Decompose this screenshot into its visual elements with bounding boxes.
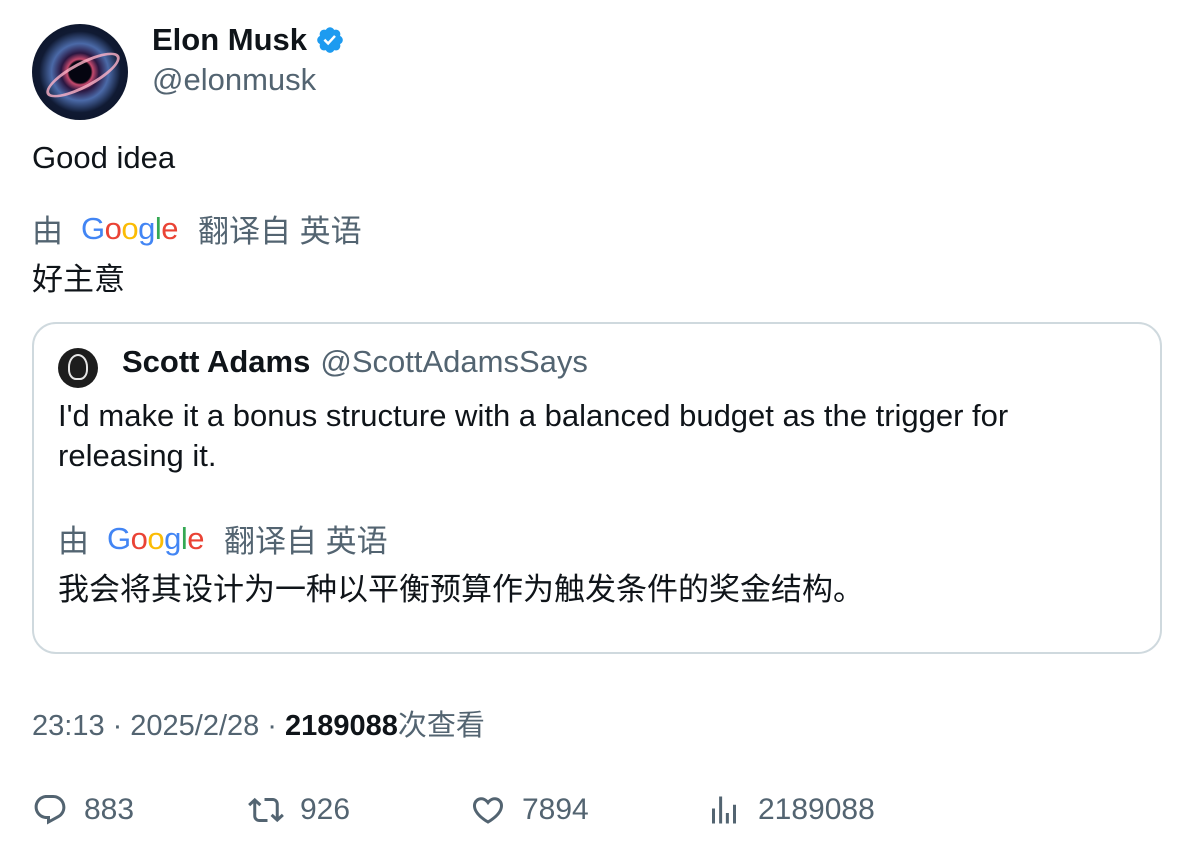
translation-source-label[interactable]: 翻译自 英语 [224, 516, 388, 561]
like-icon [472, 797, 504, 824]
repost-icon [248, 797, 284, 823]
reply-button[interactable]: 883 [32, 786, 134, 834]
quoted-translation-attribution: 由 Google 翻译自 英语 [58, 516, 388, 561]
views-button[interactable]: 2189088 [706, 786, 875, 834]
author-info: Elon Musk @elonmusk [152, 20, 345, 98]
meta-separator: · [267, 710, 277, 742]
translation-attribution: 由 Google 翻译自 英语 [32, 206, 362, 251]
avatar-artwork [40, 44, 126, 106]
repost-button[interactable]: 926 [248, 786, 350, 834]
reply-count: 883 [84, 793, 135, 826]
action-bar: 883 926 7894 2189088 [32, 786, 1172, 836]
avatar-artwork [68, 354, 88, 380]
tweet-time[interactable]: 23:13 [32, 710, 105, 743]
google-logo: Google [107, 520, 205, 556]
meta-separator: · [112, 710, 123, 742]
verified-badge-icon [317, 27, 343, 53]
like-count: 7894 [522, 793, 589, 826]
google-logo: Google [81, 210, 179, 246]
tweet-text: Good idea [32, 140, 176, 175]
quoted-tweet-card[interactable]: Scott Adams @ScottAdamsSays I'd make it … [32, 322, 1162, 654]
quoted-author-name: Scott Adams [122, 344, 311, 379]
author-name[interactable]: Elon Musk [152, 22, 307, 58]
repost-count: 926 [300, 793, 351, 826]
quoted-author-handle: @ScottAdamsSays [320, 344, 588, 379]
quoted-translated-text: 我会将其设计为一种以平衡预算作为触发条件的奖金结构。 [58, 572, 864, 607]
quoted-tweet-text: I'd make it a bonus structure with a bal… [58, 398, 1009, 473]
translated-text: 好主意 [32, 262, 125, 297]
author-avatar[interactable] [32, 24, 128, 120]
tweet-date[interactable]: 2025/2/28 [130, 710, 259, 743]
views-label: 次查看 [397, 710, 485, 742]
translation-by-label: 由 [58, 524, 89, 559]
reply-icon [34, 795, 66, 825]
views-count: 2189088 [284, 710, 398, 742]
quoted-author-avatar [58, 348, 98, 388]
tweet-meta: 23:13 · 2025/2/28 · 2189088 次查看 [32, 702, 485, 744]
author-handle[interactable]: @elonmusk [152, 62, 345, 98]
views-icon [712, 796, 736, 824]
views-action-count: 2189088 [758, 793, 875, 826]
quoted-author-info: Scott Adams @ScottAdamsSays [122, 344, 588, 380]
translation-source-label[interactable]: 翻译自 英语 [198, 206, 362, 251]
like-button[interactable]: 7894 [470, 786, 589, 834]
translation-by-label: 由 [32, 214, 63, 249]
